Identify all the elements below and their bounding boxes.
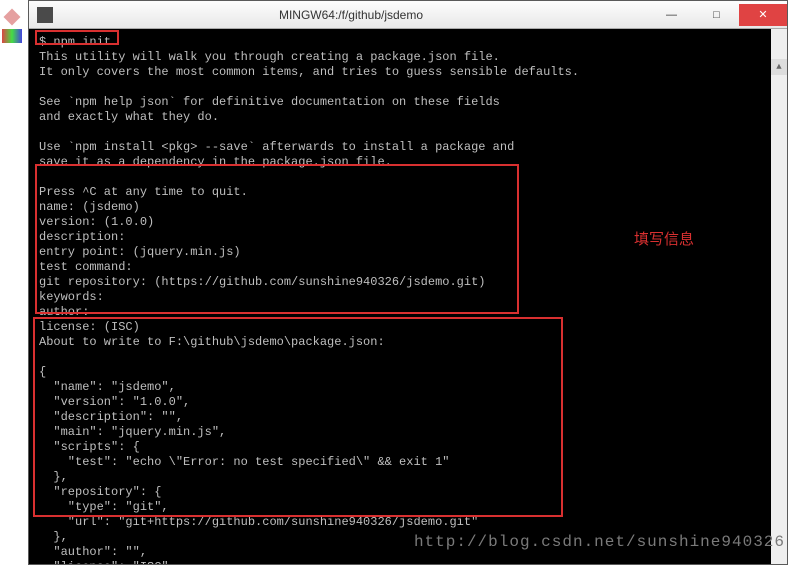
- scroll-up-icon[interactable]: ▲: [771, 59, 787, 75]
- prompt-line: $ npm init: [39, 35, 111, 49]
- minimize-button[interactable]: —: [649, 4, 694, 26]
- maximize-button[interactable]: □: [694, 4, 739, 26]
- scrollbar[interactable]: ▲: [771, 29, 787, 564]
- desktop-icon: [2, 29, 22, 43]
- annotation-label: 填写信息: [634, 228, 694, 249]
- terminal-window: MINGW64:/f/github/jsdemo — □ ✕ $ npm ini…: [28, 0, 788, 565]
- window-title: MINGW64:/f/github/jsdemo: [53, 8, 649, 22]
- npm-prompts: name: (jsdemo) version: (1.0.0) descript…: [39, 200, 485, 349]
- window-controls: — □ ✕: [649, 4, 787, 26]
- terminal-body[interactable]: $ npm init This utility will walk you th…: [29, 29, 787, 564]
- title-bar[interactable]: MINGW64:/f/github/jsdemo — □ ✕: [29, 1, 787, 29]
- desktop-icon: [4, 9, 21, 26]
- close-button[interactable]: ✕: [739, 4, 787, 26]
- intro-text: This utility will walk you through creat…: [39, 50, 579, 199]
- desktop-edge: [0, 5, 24, 45]
- app-icon: [37, 7, 53, 23]
- watermark: http://blog.csdn.net/sunshine940326: [414, 533, 785, 551]
